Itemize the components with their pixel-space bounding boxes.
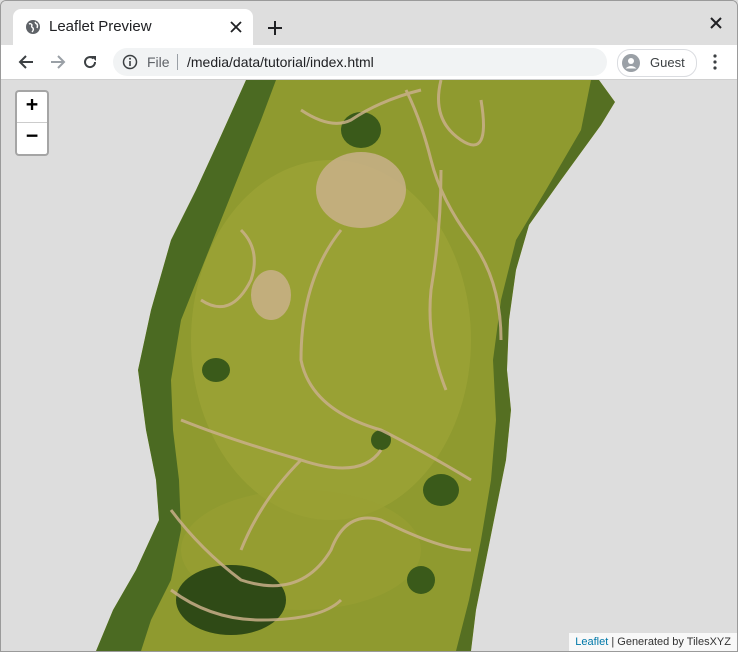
arrow-left-icon[interactable] [13, 49, 39, 75]
profile-button[interactable]: Guest [617, 49, 697, 77]
kebab-menu-icon[interactable] [707, 49, 723, 75]
url-text[interactable]: /media/data/tutorial/index.html [187, 54, 374, 70]
globe-icon [25, 19, 41, 35]
url-scheme-label: File [147, 54, 170, 70]
attribution-text: | Generated by TilesXYZ [608, 636, 731, 648]
tab-strip: Leaflet Preview [1, 1, 737, 45]
tab-title: Leaflet Preview [49, 18, 152, 35]
url-separator [177, 54, 178, 70]
zoom-out-button[interactable]: − [17, 123, 47, 153]
orthophoto-layer[interactable] [1, 80, 737, 651]
profile-label: Guest [650, 55, 685, 70]
map-viewport[interactable]: + − Leaflet | Generated by TilesXYZ [1, 80, 737, 651]
person-icon [622, 54, 640, 72]
browser-tab[interactable]: Leaflet Preview [13, 9, 253, 45]
plus-icon[interactable] [263, 16, 287, 40]
zoom-control: + − [15, 90, 49, 156]
address-bar[interactable]: File /media/data/tutorial/index.html [113, 48, 607, 76]
map-attribution: Leaflet | Generated by TilesXYZ [569, 633, 737, 651]
browser-toolbar: File /media/data/tutorial/index.html Gue… [1, 45, 737, 80]
leaflet-link[interactable]: Leaflet [575, 636, 608, 648]
browser-window: Leaflet Preview File /media/data/tutoria… [0, 0, 738, 652]
close-icon[interactable] [707, 14, 725, 32]
zoom-in-button[interactable]: + [17, 92, 47, 123]
info-icon[interactable] [122, 54, 138, 70]
tab-close-icon[interactable] [227, 18, 245, 36]
arrow-right-icon[interactable] [45, 49, 71, 75]
reload-icon[interactable] [77, 49, 103, 75]
